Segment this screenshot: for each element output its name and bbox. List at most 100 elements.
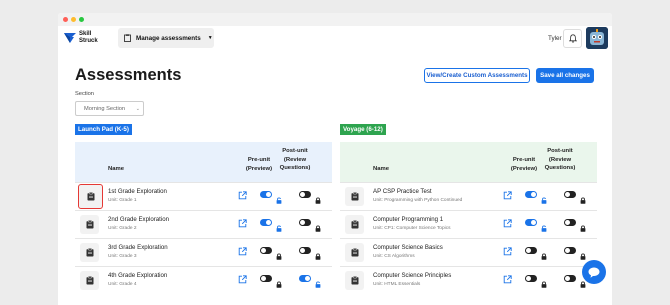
assessment-preview-button[interactable]	[345, 187, 364, 206]
pre-unit-toggle[interactable]	[260, 275, 272, 282]
post-unit-toggle[interactable]	[299, 219, 311, 226]
assessment-title: AP CSP Practice Test	[373, 188, 432, 195]
unlock-icon[interactable]	[315, 275, 321, 288]
logo-text-line2: Struck	[79, 37, 98, 44]
post-unit-line1: Post-unit	[547, 148, 573, 154]
window-chrome	[58, 13, 612, 26]
lock-icon[interactable]	[276, 275, 282, 288]
post-unit-line3: Questions)	[279, 165, 311, 171]
pre-unit-toggle[interactable]	[260, 219, 272, 226]
assessment-preview-button[interactable]	[80, 243, 99, 262]
unlock-icon[interactable]	[276, 219, 282, 232]
post-unit-toggle[interactable]	[564, 219, 576, 226]
group-tag: Launch Pad (K-5)	[75, 124, 132, 135]
unlock-icon[interactable]	[541, 219, 547, 232]
clipboard-icon	[351, 248, 358, 257]
save-all-changes-button[interactable]: Save all changes	[536, 68, 594, 83]
assessment-unit: Unit: Grade 1	[108, 198, 137, 203]
maximize-dot-icon[interactable]	[79, 17, 84, 22]
pre-unit-toggle[interactable]	[525, 191, 537, 198]
chat-button[interactable]	[582, 260, 606, 284]
assessment-preview-button[interactable]	[345, 271, 364, 290]
external-link-icon[interactable]	[503, 247, 512, 256]
minimize-dot-icon[interactable]	[71, 17, 76, 22]
assessment-unit: Unit: Programming with Python Continued	[373, 198, 463, 203]
pre-unit-line1: Pre-unit	[247, 157, 271, 163]
chat-bubble-icon	[588, 267, 600, 278]
lock-icon[interactable]	[580, 191, 586, 204]
clipboard-icon	[351, 192, 358, 201]
robot-avatar-icon	[586, 27, 608, 49]
pre-unit-toggle[interactable]	[525, 219, 537, 226]
unlock-icon[interactable]	[276, 191, 282, 204]
table-row: Computer Science Basics Unit: CS Algorith…	[340, 238, 597, 266]
pre-unit-toggle[interactable]	[260, 247, 272, 254]
post-unit-toggle[interactable]	[299, 247, 311, 254]
assessment-title: 4th Grade Exploration	[108, 272, 168, 279]
pre-unit-toggle[interactable]	[260, 191, 272, 198]
table-row: Computer Programming 1 Unit: CP1: Compute…	[340, 210, 597, 238]
assessment-title: Computer Science Basics	[373, 244, 443, 251]
assessment-unit: Unit: Grade 3	[108, 254, 137, 259]
assessment-title: 2nd Grade Exploration	[108, 216, 169, 223]
logo-mark-icon	[64, 32, 76, 43]
close-dot-icon[interactable]	[63, 17, 68, 22]
assessment-unit: Unit: CS Algorithms	[373, 254, 415, 259]
pre-unit-toggle[interactable]	[525, 275, 537, 282]
external-link-icon[interactable]	[503, 275, 512, 284]
external-link-icon[interactable]	[238, 247, 247, 256]
lock-icon[interactable]	[541, 247, 547, 260]
table-row: 3rd Grade Exploration Unit: Grade 3	[75, 238, 332, 266]
external-link-icon[interactable]	[503, 219, 512, 228]
avatar[interactable]	[586, 27, 608, 49]
table-row: 2nd Grade Exploration Unit: Grade 2	[75, 210, 332, 238]
lock-icon[interactable]	[276, 247, 282, 260]
assessment-panel: Name Pre-unit (Preview) Post-unit (Review Que…	[340, 142, 597, 305]
pre-unit-line1: Pre-unit	[512, 157, 536, 163]
post-unit-toggle[interactable]	[564, 247, 576, 254]
assessment-preview-button[interactable]	[80, 215, 99, 234]
clipboard-icon	[86, 276, 93, 285]
column-header-post-unit: Post-unit (Review Questions)	[543, 147, 577, 173]
unlock-icon[interactable]	[541, 191, 547, 204]
post-unit-toggle[interactable]	[299, 191, 311, 198]
post-unit-toggle[interactable]	[564, 275, 576, 282]
assessment-unit: Unit: HTML Essentials	[373, 282, 421, 287]
external-link-icon[interactable]	[238, 219, 247, 228]
view-create-custom-assessments-button[interactable]: View/Create Custom Assessments	[424, 68, 530, 83]
lock-icon[interactable]	[580, 247, 586, 260]
section-select[interactable]: Morning Section ⌄	[75, 101, 144, 116]
post-unit-toggle[interactable]	[564, 191, 576, 198]
clipboard-icon	[351, 220, 358, 229]
table-row: 1st Grade Exploration Unit: Grade 1	[75, 182, 332, 210]
top-header: Skill Struck Manage assessments ▼ Tyler	[58, 26, 612, 56]
post-unit-line1: Post-unit	[282, 148, 308, 154]
external-link-icon[interactable]	[238, 275, 247, 284]
lock-icon[interactable]	[315, 191, 321, 204]
lock-icon[interactable]	[315, 219, 321, 232]
assessment-preview-button[interactable]	[80, 271, 99, 290]
lock-icon[interactable]	[315, 247, 321, 260]
assessment-title: 3rd Grade Exploration	[108, 244, 168, 251]
user-name: Tyler	[548, 35, 562, 42]
section-label: Section	[75, 91, 94, 97]
lock-icon[interactable]	[541, 275, 547, 288]
assessment-preview-button[interactable]	[345, 215, 364, 234]
manage-assessments-dropdown[interactable]: Manage assessments ▼	[118, 28, 214, 48]
clipboard-icon	[87, 192, 94, 201]
assessment-unit: Unit: Grade 2	[108, 226, 137, 231]
pre-unit-toggle[interactable]	[525, 247, 537, 254]
external-link-icon[interactable]	[503, 191, 512, 200]
notifications-button[interactable]	[563, 29, 582, 48]
external-link-icon[interactable]	[238, 191, 247, 200]
column-header-pre-unit: Pre-unit (Preview)	[507, 156, 541, 173]
assessment-preview-button[interactable]	[345, 243, 364, 262]
lock-icon[interactable]	[580, 219, 586, 232]
panel-header: Name Pre-unit (Preview) Post-unit (Review Que…	[75, 142, 332, 182]
pre-unit-line2: (Preview)	[510, 165, 538, 172]
post-unit-toggle[interactable]	[299, 275, 311, 282]
skillstruck-logo[interactable]: Skill Struck	[64, 31, 98, 44]
assessment-preview-button[interactable]	[78, 184, 103, 209]
column-header-pre-unit: Pre-unit (Preview)	[242, 156, 276, 173]
group-tag: Voyage (6-12)	[340, 124, 386, 135]
